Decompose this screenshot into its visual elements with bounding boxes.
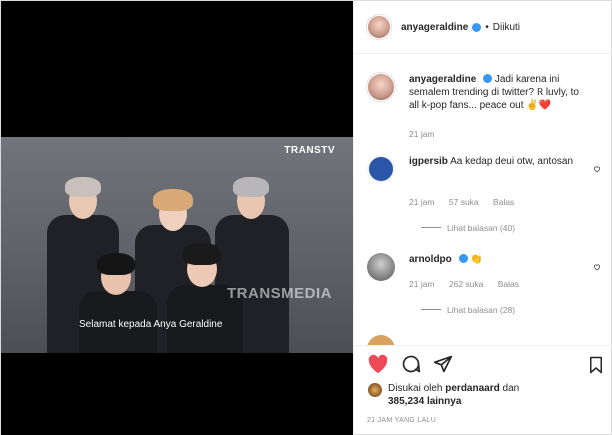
likes-suffix[interactable]: lainnya bbox=[427, 396, 461, 407]
comment-body: Aa kedap deui otw, antosan bbox=[450, 156, 574, 167]
verified-icon bbox=[472, 22, 482, 32]
caption-time: 21 jam bbox=[409, 129, 435, 139]
comment-username[interactable]: arnoldpo bbox=[409, 254, 452, 265]
verified-icon bbox=[483, 74, 493, 83]
video-watermark: TRANSMEDIA bbox=[227, 285, 332, 302]
comment-icon[interactable] bbox=[401, 354, 421, 374]
follow-button[interactable]: Diikuti bbox=[493, 22, 520, 33]
avatar[interactable] bbox=[367, 253, 395, 281]
channel-logo: TRANSTV bbox=[284, 145, 335, 156]
avatar[interactable] bbox=[367, 155, 395, 183]
video-subtitle: Selamat kepada Anya Geraldine bbox=[79, 319, 223, 330]
avatar[interactable] bbox=[367, 73, 395, 101]
comment-likes[interactable]: 57 suka bbox=[449, 197, 479, 207]
comment-meta: 21 jam 57 suka Balas bbox=[409, 197, 526, 207]
comment-text: arnoldpo 👏 bbox=[409, 253, 589, 266]
heart-icon[interactable] bbox=[367, 354, 389, 374]
likes-middle: dan bbox=[502, 383, 520, 394]
comment-likes[interactable]: 262 suka bbox=[449, 279, 484, 289]
instagram-post-modal: TRANSTV TRANSMEDIA Selamat kepada Anya G… bbox=[0, 0, 612, 435]
comment-username[interactable]: igpersib bbox=[409, 156, 448, 167]
view-replies-button[interactable]: Lihat balasan (28) bbox=[421, 305, 515, 315]
media-pane: TRANSTV TRANSMEDIA Selamat kepada Anya G… bbox=[1, 1, 353, 435]
share-icon[interactable] bbox=[433, 354, 453, 374]
post-header: anyageraldine • Diikuti bbox=[354, 1, 612, 54]
likes-summary: Disukai oleh perdanaard dan 385,234 lain… bbox=[388, 382, 588, 408]
post-footer: Disukai oleh perdanaard dan 385,234 lain… bbox=[354, 345, 612, 435]
post-timestamp[interactable]: 21 JAM YANG LALU bbox=[367, 417, 436, 424]
post-video[interactable]: TRANSTV TRANSMEDIA Selamat kepada Anya G… bbox=[1, 137, 353, 353]
caption-username[interactable]: anyageraldine bbox=[409, 74, 476, 85]
verified-icon bbox=[458, 254, 468, 263]
caption-text: anyageraldine Jadi karena ini semalem tr… bbox=[409, 73, 589, 112]
comment-meta: 21 jam 262 suka Balas bbox=[409, 279, 531, 289]
comments-list[interactable]: anyageraldine Jadi karena ini semalem tr… bbox=[354, 55, 612, 345]
likes-count[interactable]: 385,234 bbox=[388, 396, 424, 407]
reply-button[interactable]: Balas bbox=[498, 279, 519, 289]
reply-button[interactable]: Balas bbox=[493, 197, 514, 207]
heart-icon[interactable] bbox=[593, 165, 601, 173]
action-bar bbox=[367, 354, 453, 374]
avatar[interactable] bbox=[368, 383, 382, 397]
comment-time: 21 jam bbox=[409, 197, 435, 207]
avatar[interactable] bbox=[367, 15, 391, 39]
separator-dot: • bbox=[485, 21, 489, 33]
likes-prefix: Disukai oleh bbox=[388, 383, 443, 394]
comment-time: 21 jam bbox=[409, 279, 435, 289]
avatar[interactable] bbox=[367, 335, 395, 345]
heart-icon[interactable] bbox=[593, 263, 601, 271]
caption-meta: 21 jam bbox=[409, 129, 447, 139]
bookmark-icon[interactable] bbox=[588, 356, 604, 374]
person bbox=[77, 247, 157, 353]
post-side-panel: anyageraldine • Diikuti anyageraldine Ja… bbox=[353, 1, 612, 435]
comment-body: 👏 bbox=[470, 254, 483, 265]
view-replies-button[interactable]: Lihat balasan (40) bbox=[421, 223, 515, 233]
likes-user[interactable]: perdanaard bbox=[445, 383, 499, 394]
comment-text: igpersib Aa kedap deui otw, antosan bbox=[409, 155, 589, 168]
author-username[interactable]: anyageraldine bbox=[401, 22, 468, 33]
